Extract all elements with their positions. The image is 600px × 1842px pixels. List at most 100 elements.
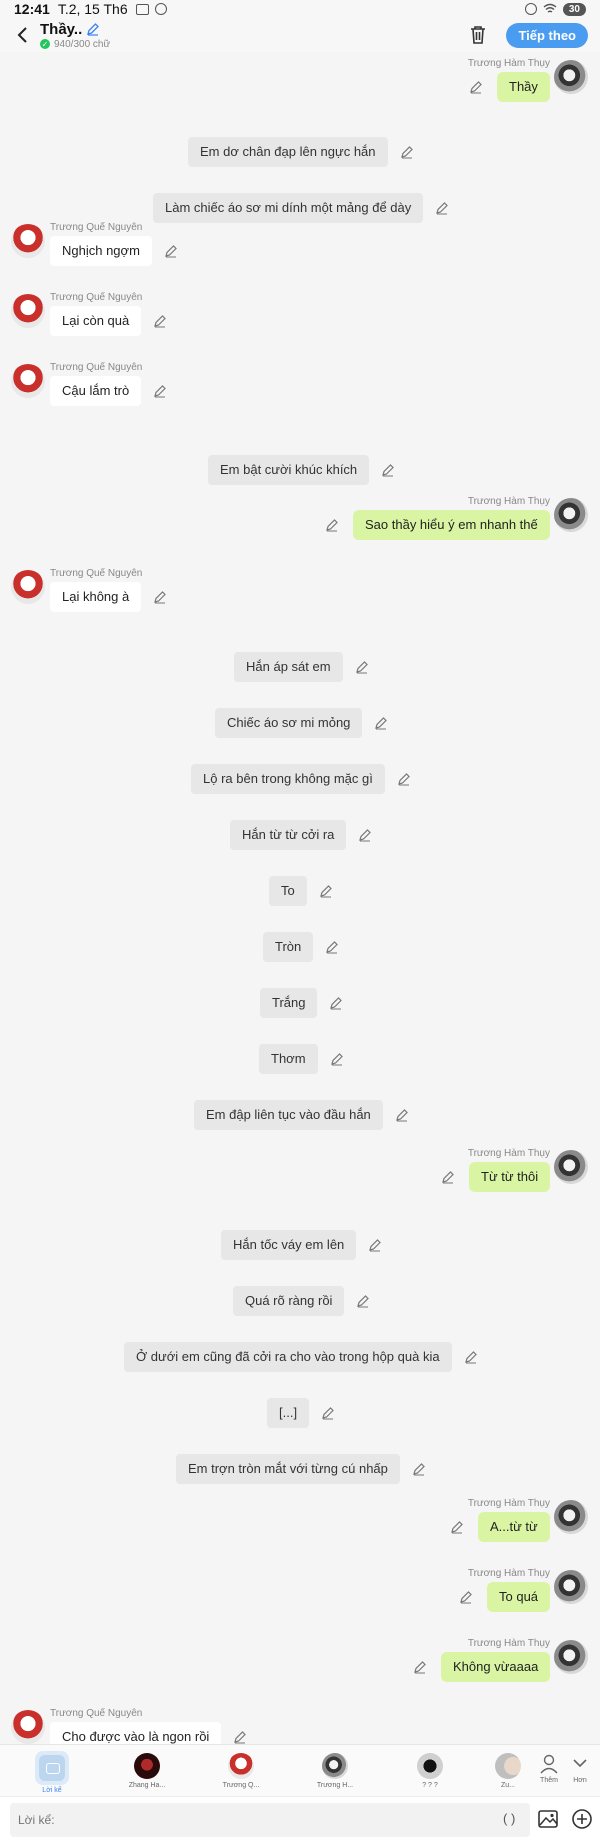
avatar[interactable] [554,1570,588,1604]
back-arrow-icon [17,27,27,43]
avatar[interactable] [554,1150,588,1184]
char-narration[interactable]: Lời kể [22,1751,82,1794]
edit-pencil-icon[interactable] [355,660,369,674]
avatar[interactable] [11,364,45,398]
narration-bubble[interactable]: Em dơ chân đạp lên ngực hắn [188,137,388,167]
message-bubble[interactable]: Không vừaaaa [441,1652,551,1682]
edit-pencil-icon[interactable] [325,940,339,954]
edit-title-icon[interactable] [86,22,100,36]
chat-area[interactable]: Trương Hàm Thụy Thầy Em dơ chân đạp lên ng… [0,52,600,1744]
message-bubble[interactable]: Từ từ thôi [469,1162,551,1192]
expand-button[interactable]: Hơn [565,1753,595,1784]
edit-pencil-icon[interactable] [381,463,395,477]
narration-bubble[interactable]: Em trợn tròn mắt với từng cú nhấp [176,1454,400,1484]
sender-name: Trương Quế Nguyên [50,1708,143,1719]
char-truong-que[interactable]: Trương Q... [211,1753,271,1789]
edit-pencil-icon[interactable] [330,1052,344,1066]
avatar[interactable] [554,1500,588,1534]
message-input[interactable] [10,1802,530,1837]
narration-bubble[interactable]: Tròn [263,932,314,962]
avatar [495,1753,521,1779]
edit-pencil-icon[interactable] [395,1108,409,1122]
message-bubble[interactable]: Thầy [497,72,550,102]
message-bubble[interactable]: A...từ từ [478,1512,550,1542]
edit-pencil-icon[interactable] [153,590,167,604]
avatar[interactable] [11,294,45,328]
avatar[interactable] [554,60,588,94]
avatar[interactable] [11,570,45,604]
char-zhang[interactable]: Zhang Ha... [117,1753,177,1789]
narration-bubble[interactable]: Hắn áp sát em [234,652,343,682]
avatar[interactable] [11,224,45,258]
message-bubble[interactable]: Sao thầy hiểu ý em nhanh thế [353,510,550,540]
edit-pencil-icon[interactable] [153,384,167,398]
message-bubble[interactable]: To quá [487,1582,551,1612]
avatar[interactable] [554,498,588,532]
edit-pencil-icon[interactable] [356,1294,370,1308]
back-button[interactable] [12,23,32,47]
next-button[interactable]: Tiếp theo [506,22,588,48]
edit-pencil-icon[interactable] [153,314,167,328]
header: Thầy.. ✓ 940/300 chữ Tiếp theo [0,18,600,52]
narration-bubble[interactable]: To [269,876,307,906]
message-bubble[interactable]: Lại không à [50,582,142,612]
message-bubble[interactable]: Cho được vào là ngon rồi [50,1722,222,1744]
narration-bubble[interactable]: Làm chiếc áo sơ mi dính một mảng để dày [153,193,424,223]
narration-bubble[interactable]: Hắn từ từ cởi ra [230,820,347,850]
edit-pencil-icon[interactable] [435,201,449,215]
edit-pencil-icon[interactable] [441,1170,455,1184]
narration-bubble[interactable]: Hắn tốc váy em lên [221,1230,357,1260]
edit-pencil-icon[interactable] [325,518,339,532]
add-icon[interactable] [571,1808,593,1830]
edit-pencil-icon[interactable] [368,1238,382,1252]
edit-pencil-icon[interactable] [233,1730,247,1744]
edit-pencil-icon[interactable] [464,1350,478,1364]
wifi-icon [543,3,557,13]
message-bubble[interactable]: Cậu lắm trò [50,376,142,406]
char-truong-ham[interactable]: Trương H... [305,1753,365,1789]
add-character-button[interactable]: Thêm [534,1753,564,1784]
edit-pencil-icon[interactable] [329,996,343,1010]
narration-bubble[interactable]: Quá rõ ràng rồi [233,1286,345,1316]
edit-pencil-icon[interactable] [450,1520,464,1534]
narration-bubble[interactable]: Chiếc áo sơ mi mỏng [215,708,363,738]
message-bubble[interactable]: Lại còn quà [50,306,142,336]
sender-name: Trương Quế Nguyên [50,292,143,303]
message-bubble[interactable]: Nghịch ngợm [50,236,152,266]
edit-pencil-icon[interactable] [413,1660,427,1674]
avatar[interactable] [11,1710,45,1744]
sender-name: Trương Quế Nguyên [50,568,143,579]
edit-pencil-icon[interactable] [164,244,178,258]
edit-pencil-icon[interactable] [469,80,483,94]
avatar[interactable] [554,1640,588,1674]
do-not-disturb-icon [524,3,537,15]
narration-bubble[interactable]: Trắng [260,988,318,1018]
narration-bubble[interactable]: Ở dưới em cũng đã cởi ra cho vào trong h… [124,1342,452,1372]
screen-record-icon [135,3,149,15]
narration-bubble[interactable]: Thơm [259,1044,318,1074]
edit-pencil-icon[interactable] [321,1406,335,1420]
status-bar: 12:41 T.2, 15 Th6 30 [0,0,600,18]
edit-pencil-icon[interactable] [459,1590,473,1604]
sender-name: Trương Quế Nguyên [50,362,143,373]
narration-bubble[interactable]: Lộ ra bên trong không mặc gì [191,764,385,794]
edit-pencil-icon[interactable] [358,828,372,842]
char-unknown[interactable]: ? ? ? [400,1753,460,1789]
narration-bubble[interactable]: Em đập liên tục vào đầu hắn [194,1100,383,1130]
edit-pencil-icon[interactable] [397,772,411,786]
narration-bubble[interactable]: [...] [267,1398,310,1428]
check-icon: ✓ [40,39,50,49]
notification-icon [154,3,167,15]
trash-icon[interactable] [468,24,488,46]
edit-pencil-icon[interactable] [412,1462,426,1476]
parenthesis-button[interactable]: ( ) [503,1811,515,1826]
edit-pencil-icon[interactable] [400,145,414,159]
sender-name: Trương Hàm Thụy [467,1568,550,1579]
edit-pencil-icon[interactable] [374,716,388,730]
narration-bubble[interactable]: Em bật cười khúc khích [208,455,370,485]
word-count: 940/300 chữ [54,38,111,50]
image-icon[interactable] [537,1808,559,1830]
char-zu[interactable]: Zu... [493,1753,523,1789]
edit-pencil-icon[interactable] [319,884,333,898]
avatar [228,1753,254,1779]
